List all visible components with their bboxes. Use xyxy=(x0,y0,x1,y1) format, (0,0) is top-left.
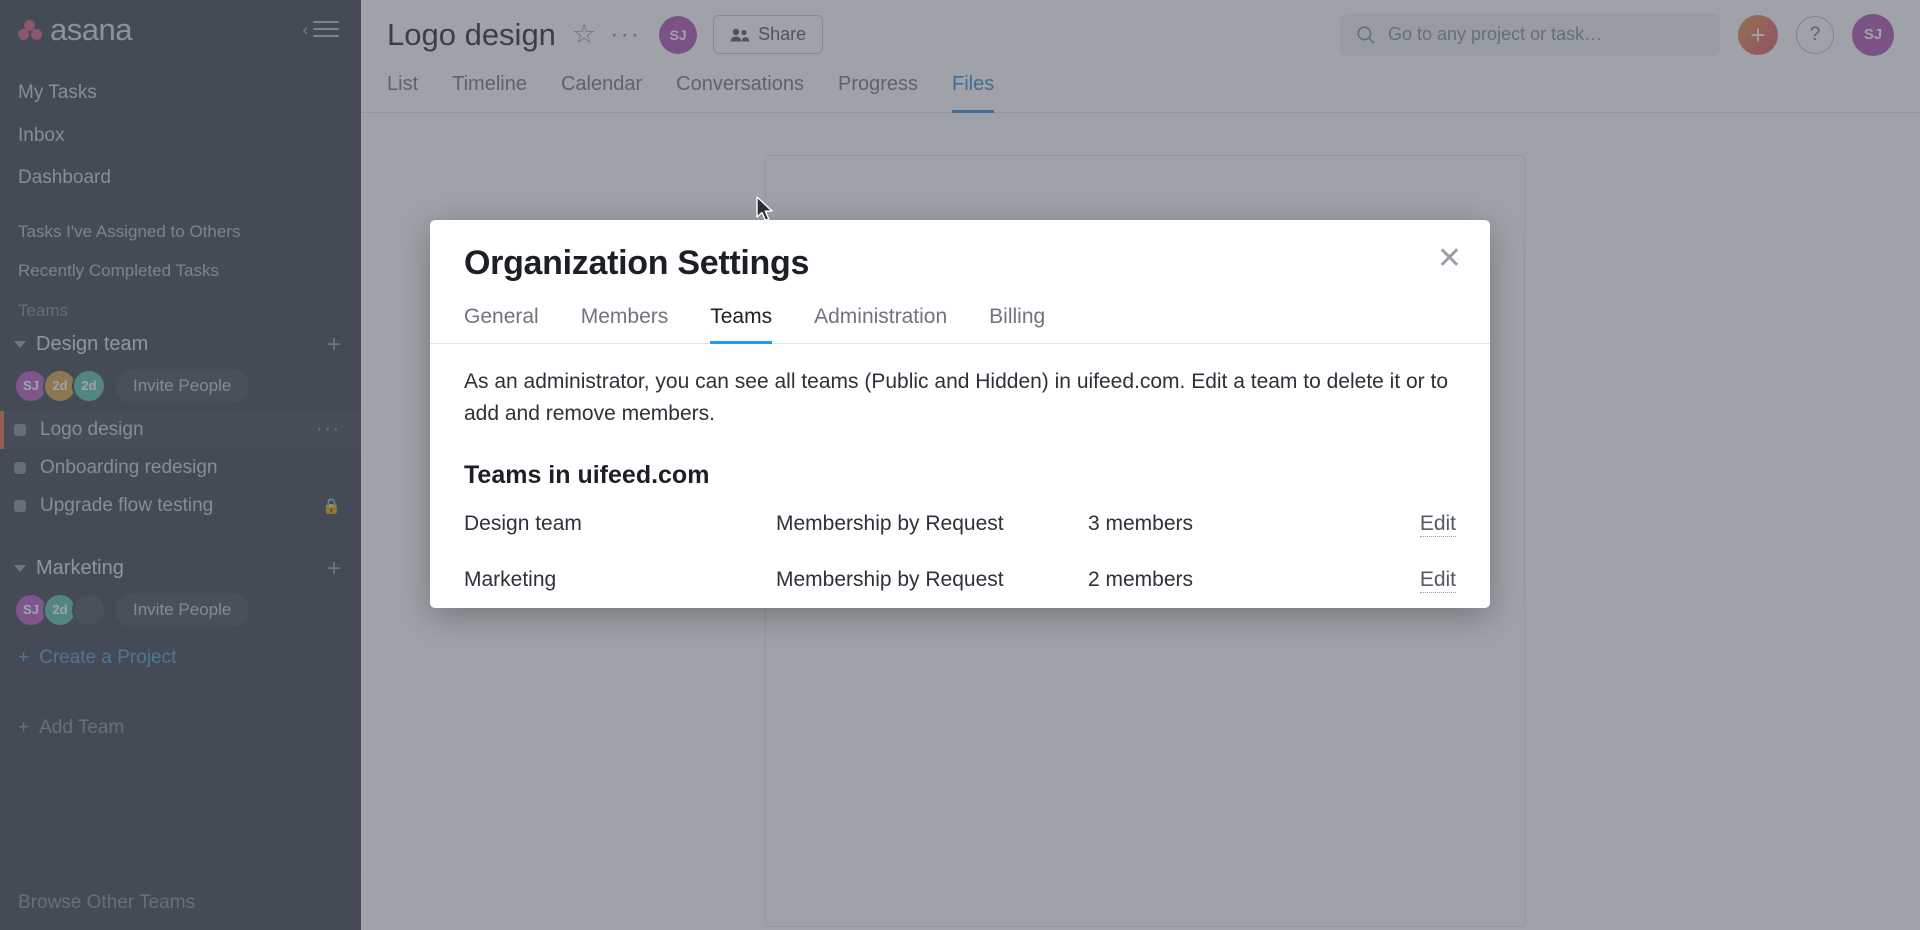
team-member-count-cell: 3 members xyxy=(1088,512,1194,535)
tab-general[interactable]: General xyxy=(464,301,539,344)
tab-administration[interactable]: Administration xyxy=(814,301,947,344)
team-policy-cell: Membership by Request xyxy=(776,568,1004,591)
mouse-cursor xyxy=(756,196,773,222)
team-policy-cell: Membership by Request xyxy=(776,512,1004,535)
dialog-title: Organization Settings xyxy=(464,244,810,282)
teams-in-org-heading: Teams in uifeed.com xyxy=(464,461,710,489)
team-name-cell: Marketing xyxy=(464,568,557,591)
teams-table: Design team Membership by Request 3 memb… xyxy=(464,496,1456,608)
dialog-header: Organization Settings ✕ xyxy=(430,220,1490,283)
tab-teams[interactable]: Teams xyxy=(710,301,773,344)
team-member-count-cell: 2 members xyxy=(1088,568,1194,591)
table-row: Design team Membership by Request 3 memb… xyxy=(464,496,1456,552)
dialog-body: As an administrator, you can see all tea… xyxy=(430,344,1490,608)
edit-team-link[interactable]: Edit xyxy=(1419,512,1456,537)
team-name-cell: Design team xyxy=(464,512,582,535)
tab-members[interactable]: Members xyxy=(581,301,669,344)
team-edit-cell: Edit xyxy=(1388,496,1456,552)
tab-billing[interactable]: Billing xyxy=(989,301,1045,344)
asana-app-window: asana ‹ My Tasks Inbox Dashboard Tasks I… xyxy=(0,0,1920,930)
team-edit-cell: Edit xyxy=(1388,552,1456,608)
teams-description-text: As an administrator, you can see all tea… xyxy=(464,370,1449,425)
table-row: Marketing Membership by Request 2 member… xyxy=(464,552,1456,608)
edit-team-link[interactable]: Edit xyxy=(1419,568,1456,593)
organization-settings-dialog: Organization Settings ✕ General Members … xyxy=(430,220,1490,608)
close-icon[interactable]: ✕ xyxy=(1437,244,1462,274)
dialog-tab-bar: General Members Teams Administration Bil… xyxy=(430,301,1490,344)
